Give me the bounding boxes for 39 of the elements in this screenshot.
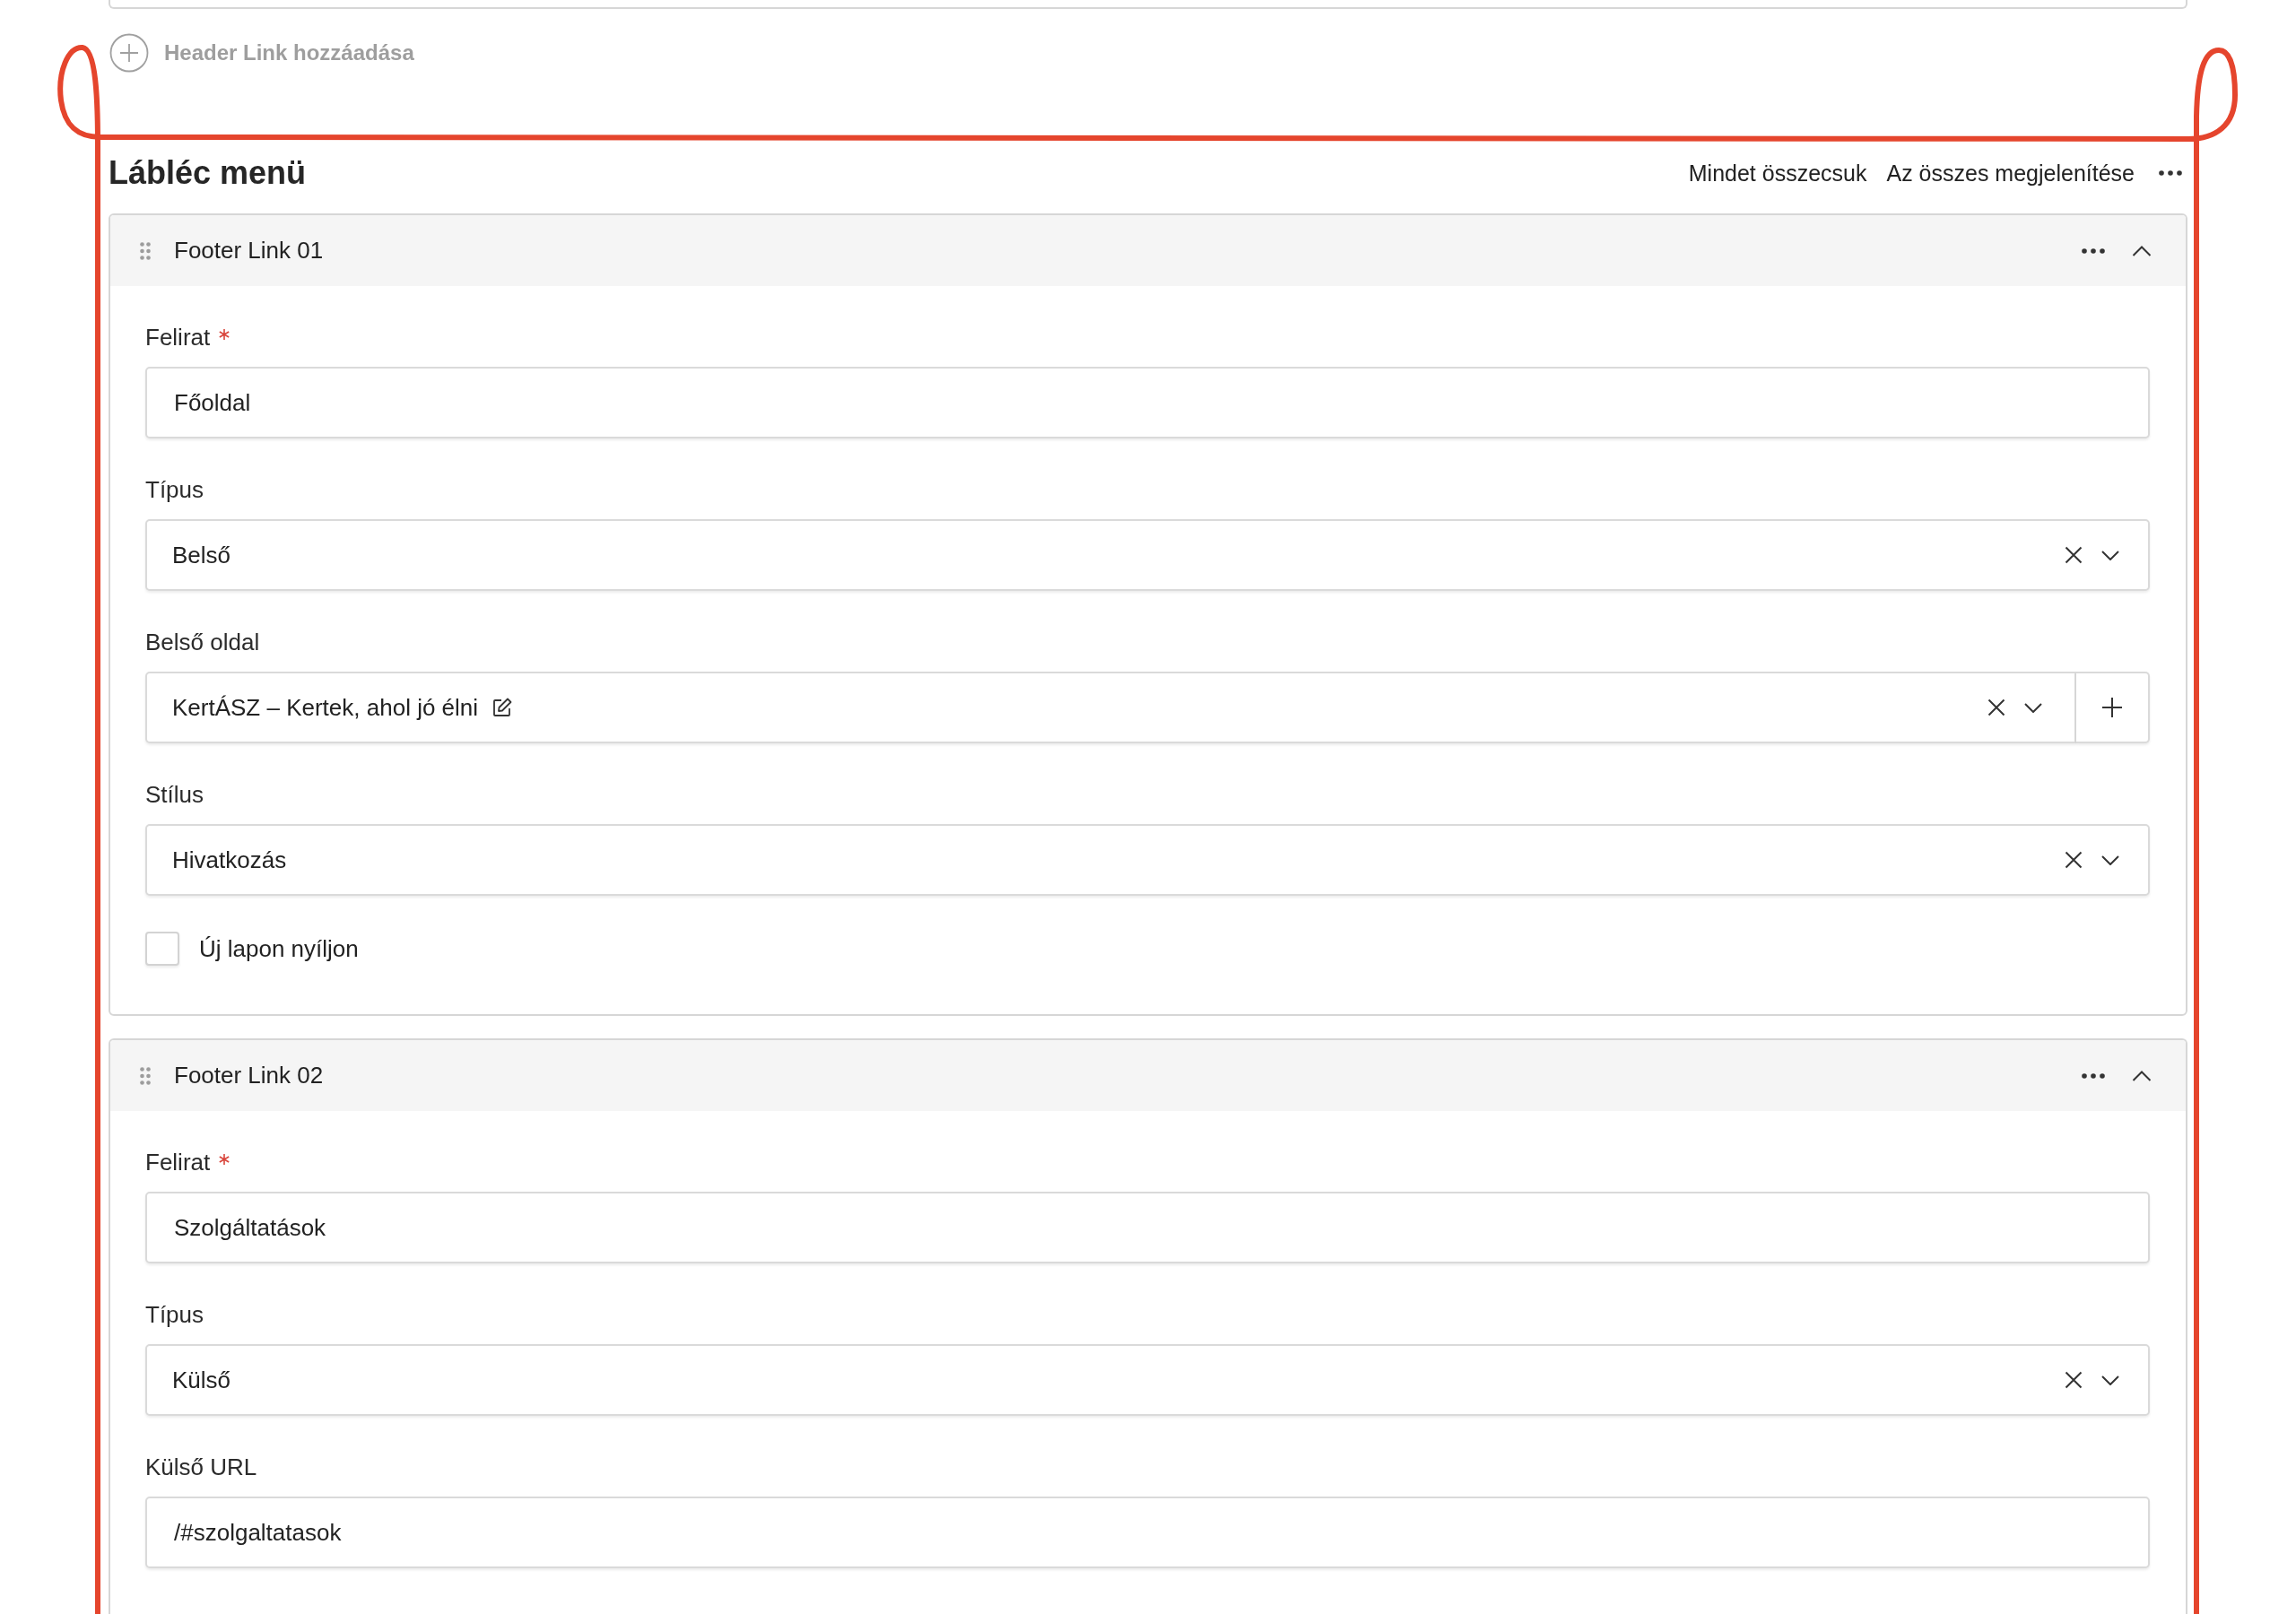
field-label: Típus xyxy=(145,475,204,505)
field-label: Belső oldal xyxy=(145,628,260,657)
select-field[interactable]: KertÁSZ – Kertek, ahol jó élni xyxy=(145,672,2076,743)
close-icon[interactable] xyxy=(2065,546,2083,564)
plus-circle-icon[interactable] xyxy=(109,33,149,73)
field-label: Felirat xyxy=(145,1148,211,1177)
drag-handle-icon[interactable] xyxy=(140,241,151,260)
chevron-up-icon[interactable] xyxy=(2132,245,2152,256)
checkbox[interactable] xyxy=(145,932,179,966)
section-title: Lábléc menü xyxy=(109,153,307,193)
select-field[interactable]: Belső xyxy=(145,519,2150,591)
checkbox-label: Új lapon nyíljon xyxy=(199,934,359,963)
more-icon[interactable] xyxy=(2082,1072,2105,1079)
plus-icon xyxy=(2102,698,2122,717)
close-icon[interactable] xyxy=(2065,1371,2083,1389)
select-field[interactable]: Külső xyxy=(145,1344,2150,1416)
chevron-down-icon[interactable] xyxy=(2101,1375,2119,1385)
more-icon[interactable] xyxy=(2159,170,2182,176)
text-field[interactable]: Szolgáltatások xyxy=(145,1192,2150,1263)
text-field[interactable]: /#szolgaltatasok xyxy=(145,1497,2150,1568)
card-title: Footer Link 01 xyxy=(174,237,325,265)
chevron-down-icon[interactable] xyxy=(2101,550,2119,560)
edit-icon[interactable] xyxy=(492,698,513,717)
close-icon[interactable] xyxy=(1987,699,2005,716)
field-label: Stílus xyxy=(145,780,204,810)
text-field[interactable]: Főoldal xyxy=(145,367,2150,438)
collapse-all-button[interactable]: Mindet összecsuk xyxy=(1688,159,1867,187)
field-label: Típus xyxy=(145,1300,204,1330)
chevron-down-icon[interactable] xyxy=(2101,855,2119,865)
drag-handle-icon[interactable] xyxy=(140,1066,151,1085)
card-title: Footer Link 02 xyxy=(174,1062,325,1089)
field-label: Külső URL xyxy=(145,1453,257,1482)
more-icon[interactable] xyxy=(2082,247,2105,254)
close-icon[interactable] xyxy=(2065,851,2083,869)
show-all-button[interactable]: Az összes megjelenítése xyxy=(1886,159,2135,187)
chevron-up-icon[interactable] xyxy=(2132,1070,2152,1081)
field-label: Felirat xyxy=(145,323,211,352)
select-field[interactable]: Hivatkozás xyxy=(145,824,2150,896)
chevron-down-icon[interactable] xyxy=(2024,702,2042,713)
